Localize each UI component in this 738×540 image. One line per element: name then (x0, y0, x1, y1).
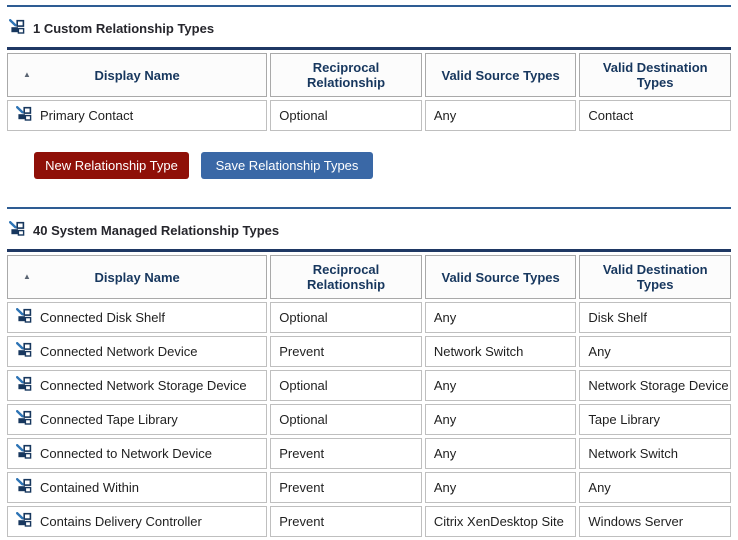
relationship-icon (16, 512, 32, 531)
table-row[interactable]: Connected Network Device Prevent Network… (7, 336, 731, 367)
relationship-icon (16, 342, 32, 361)
reciprocal-cell[interactable]: Optional (270, 370, 422, 401)
relationship-icon (16, 106, 32, 125)
sort-ascending-icon: ▲ (23, 71, 31, 79)
table-row[interactable]: Contains Delivery Controller Prevent Cit… (7, 506, 731, 537)
reciprocal-cell[interactable]: Optional (270, 100, 422, 131)
table-row[interactable]: Connected Network Storage Device Optiona… (7, 370, 731, 401)
column-header-valid-destination-types[interactable]: Valid Destination Types (579, 53, 731, 97)
custom-types-section-header: 1 Custom Relationship Types (9, 19, 731, 37)
reciprocal-cell[interactable]: Optional (270, 404, 422, 435)
destination-types-cell[interactable]: Windows Server (579, 506, 731, 537)
table-row[interactable]: Connected to Network Device Prevent Any … (7, 438, 731, 469)
relationship-icon (16, 444, 32, 459)
reciprocal-cell[interactable]: Optional (270, 302, 422, 333)
system-types-section-header: 40 System Managed Relationship Types (9, 221, 731, 239)
relationship-icon (16, 444, 32, 463)
relationship-icon (16, 308, 32, 323)
table-header-row: ▲ Display Name Reciprocal Relationship V… (7, 53, 731, 97)
destination-types-cell[interactable]: Network Storage Device (579, 370, 731, 401)
source-types-cell[interactable]: Citrix XenDesktop Site (425, 506, 577, 537)
display-name-cell: Primary Contact (40, 108, 133, 124)
relationship-icon (9, 221, 25, 239)
destination-types-cell[interactable]: Contact (579, 100, 731, 131)
display-name-cell: Connected Network Storage Device (40, 378, 247, 394)
custom-types-table: ▲ Display Name Reciprocal Relationship V… (7, 47, 731, 134)
action-buttons: New Relationship Type Save Relationship … (34, 152, 731, 179)
source-types-cell[interactable]: Any (425, 438, 577, 469)
source-types-cell[interactable]: Network Switch (425, 336, 577, 367)
source-types-cell[interactable]: Any (425, 302, 577, 333)
system-types-section-title: 40 System Managed Relationship Types (33, 223, 279, 238)
new-relationship-type-button[interactable]: New Relationship Type (34, 152, 189, 179)
table-row[interactable]: Connected Tape Library Optional Any Tape… (7, 404, 731, 435)
column-header-display-name[interactable]: ▲ Display Name (7, 53, 267, 97)
display-name-cell: Connected Network Device (40, 344, 198, 360)
source-types-cell[interactable]: Any (425, 472, 577, 503)
column-header-valid-source-types[interactable]: Valid Source Types (425, 53, 577, 97)
column-header-display-name[interactable]: ▲ Display Name (7, 255, 267, 299)
reciprocal-cell[interactable]: Prevent (270, 472, 422, 503)
relationship-icon (16, 478, 32, 497)
source-types-cell[interactable]: Any (425, 404, 577, 435)
save-relationship-types-button[interactable]: Save Relationship Types (201, 152, 373, 179)
relationship-icon (16, 308, 32, 327)
column-header-valid-source-types[interactable]: Valid Source Types (425, 255, 577, 299)
column-header-valid-destination-types[interactable]: Valid Destination Types (579, 255, 731, 299)
relationship-icon (16, 478, 32, 493)
reciprocal-cell[interactable]: Prevent (270, 438, 422, 469)
relationship-icon (9, 19, 25, 34)
relationship-icon (16, 410, 32, 425)
destination-types-cell[interactable]: Tape Library (579, 404, 731, 435)
reciprocal-cell[interactable]: Prevent (270, 506, 422, 537)
destination-types-cell[interactable]: Any (579, 472, 731, 503)
relationship-icon (9, 19, 25, 37)
table-row[interactable]: Primary Contact Optional Any Contact (7, 100, 731, 131)
top-divider (7, 5, 731, 7)
relationship-icon (16, 512, 32, 527)
display-name-cell: Contains Delivery Controller (40, 514, 202, 530)
relationship-icon (16, 342, 32, 357)
relationship-settings-page: 1 Custom Relationship Types ▲ Display Na… (0, 5, 738, 540)
display-name-cell: Contained Within (40, 480, 139, 496)
destination-types-cell[interactable]: Disk Shelf (579, 302, 731, 333)
source-types-cell[interactable]: Any (425, 370, 577, 401)
system-types-table: ▲ Display Name Reciprocal Relationship V… (7, 249, 731, 540)
source-types-cell[interactable]: Any (425, 100, 577, 131)
display-name-cell: Connected Tape Library (40, 412, 178, 428)
column-header-reciprocal-relationship[interactable]: Reciprocal Relationship (270, 53, 422, 97)
display-name-cell: Connected Disk Shelf (40, 310, 165, 326)
destination-types-cell[interactable]: Network Switch (579, 438, 731, 469)
custom-types-section-title: 1 Custom Relationship Types (33, 21, 214, 36)
relationship-icon (9, 221, 25, 236)
relationship-icon (16, 410, 32, 429)
relationship-icon (16, 376, 32, 391)
table-row[interactable]: Contained Within Prevent Any Any (7, 472, 731, 503)
reciprocal-cell[interactable]: Prevent (270, 336, 422, 367)
sort-ascending-icon: ▲ (23, 273, 31, 281)
section-divider (7, 207, 731, 209)
relationship-icon (16, 106, 32, 121)
table-row[interactable]: Connected Disk Shelf Optional Any Disk S… (7, 302, 731, 333)
display-name-cell: Connected to Network Device (40, 446, 212, 462)
relationship-icon (16, 376, 32, 395)
column-header-reciprocal-relationship[interactable]: Reciprocal Relationship (270, 255, 422, 299)
table-header-row: ▲ Display Name Reciprocal Relationship V… (7, 255, 731, 299)
destination-types-cell[interactable]: Any (579, 336, 731, 367)
